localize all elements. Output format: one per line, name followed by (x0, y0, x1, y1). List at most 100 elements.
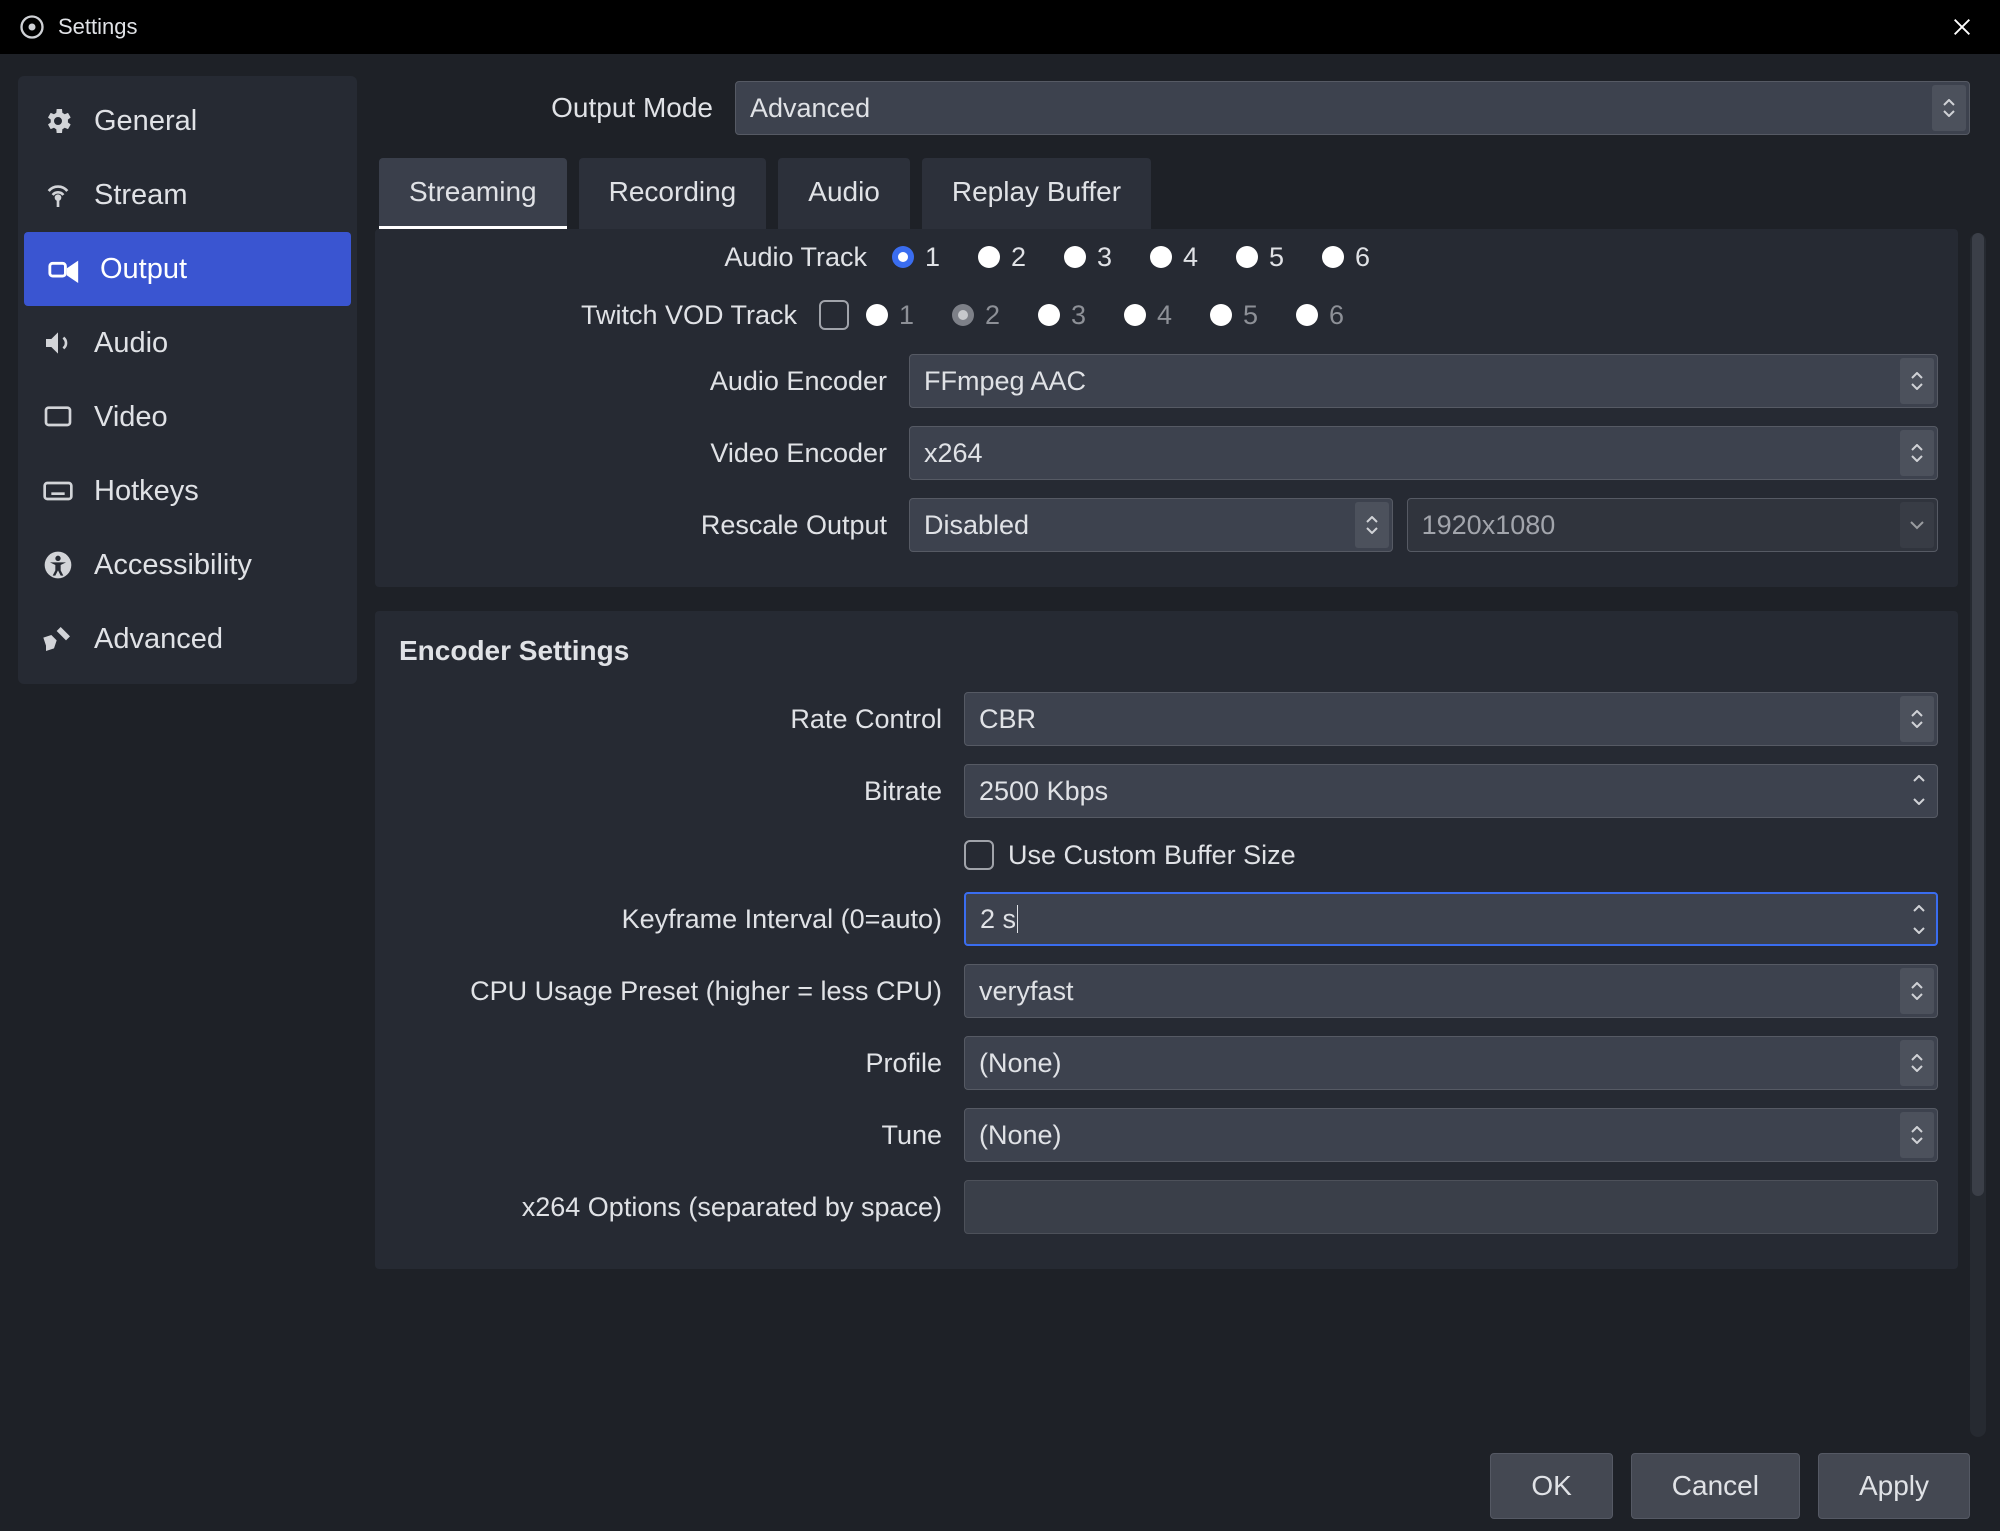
encoder-panel-title: Encoder Settings (395, 617, 1938, 683)
twitch-vod-group: 1 2 3 4 5 6 (863, 300, 1938, 331)
sidebar-list: General Stream Output Audio (18, 76, 357, 684)
audio-track-row: Audio Track 1 2 3 4 5 6 (395, 229, 1938, 285)
spinner-down[interactable] (1912, 919, 1926, 940)
bitrate-row: Bitrate 2500 Kbps (395, 755, 1938, 827)
select-value: Disabled (924, 510, 1029, 541)
sidebar-item-output[interactable]: Output (24, 232, 351, 306)
x264-opts-input[interactable] (964, 1180, 1938, 1234)
spinner-down[interactable] (1912, 790, 1926, 812)
updown-icon (1900, 1040, 1934, 1086)
sidebar-item-label: Audio (94, 327, 168, 360)
rate-control-select[interactable]: CBR (964, 692, 1938, 746)
rescale-output-label: Rescale Output (395, 510, 895, 541)
tune-label: Tune (395, 1120, 950, 1151)
cpu-preset-row: CPU Usage Preset (higher = less CPU) ver… (395, 955, 1938, 1027)
radio-audio-track-3[interactable] (1061, 243, 1089, 271)
audio-track-label: Audio Track (395, 242, 875, 273)
window-title: Settings (58, 14, 138, 40)
apply-button[interactable]: Apply (1818, 1453, 1970, 1519)
scrollbar-track[interactable] (1970, 233, 1986, 1437)
rate-control-label: Rate Control (395, 704, 950, 735)
tune-select[interactable]: (None) (964, 1108, 1938, 1162)
spinner-up[interactable] (1912, 768, 1926, 790)
select-value: veryfast (979, 976, 1074, 1007)
x264-opts-label: x264 Options (separated by space) (395, 1192, 950, 1223)
rate-control-row: Rate Control CBR (395, 683, 1938, 755)
radio-audio-track-6[interactable] (1319, 243, 1347, 271)
updown-icon (1900, 358, 1934, 404)
sidebar-item-hotkeys[interactable]: Hotkeys (18, 454, 357, 528)
radio-label: 1 (899, 300, 914, 331)
output-icon (46, 252, 82, 286)
updown-icon (1900, 1112, 1934, 1158)
spinner-up[interactable] (1912, 898, 1926, 919)
main-area: General Stream Output Audio (0, 54, 2000, 1531)
x264-opts-row: x264 Options (separated by space) (395, 1171, 1938, 1243)
output-mode-select[interactable]: Advanced (735, 81, 1970, 135)
tab-replay-buffer[interactable]: Replay Buffer (922, 158, 1151, 229)
radio-label: 6 (1329, 300, 1344, 331)
radio-label: 4 (1157, 300, 1172, 331)
video-encoder-select[interactable]: x264 (909, 426, 1938, 480)
footer: OK Cancel Apply (375, 1441, 2000, 1531)
rescale-output-select[interactable]: Disabled (909, 498, 1393, 552)
select-value: FFmpeg AAC (924, 366, 1086, 397)
custom-buffer-label: Use Custom Buffer Size (1008, 840, 1296, 871)
tab-streaming[interactable]: Streaming (379, 158, 567, 229)
window-close-button[interactable] (1932, 0, 1992, 54)
sidebar-item-video[interactable]: Video (18, 380, 357, 454)
speaker-icon (40, 327, 76, 359)
tools-icon (40, 623, 76, 655)
radio-label: 6 (1355, 242, 1370, 273)
sidebar-item-label: Hotkeys (94, 475, 199, 508)
keyframe-row: Keyframe Interval (0=auto) 2 s (395, 883, 1938, 955)
antenna-icon (40, 179, 76, 211)
radio-label: 2 (985, 300, 1000, 331)
radio-audio-track-5[interactable] (1233, 243, 1261, 271)
cpu-preset-select[interactable]: veryfast (964, 964, 1938, 1018)
sidebar-item-stream[interactable]: Stream (18, 158, 357, 232)
select-value: CBR (979, 704, 1036, 735)
radio-vod-4[interactable] (1121, 301, 1149, 329)
radio-audio-track-2[interactable] (975, 243, 1003, 271)
sidebar-item-label: Accessibility (94, 549, 252, 582)
radio-audio-track-4[interactable] (1147, 243, 1175, 271)
profile-label: Profile (395, 1048, 950, 1079)
monitor-icon (40, 401, 76, 433)
sidebar-item-label: Advanced (94, 623, 223, 656)
audio-encoder-select[interactable]: FFmpeg AAC (909, 354, 1938, 408)
sidebar-item-audio[interactable]: Audio (18, 306, 357, 380)
updown-icon (1900, 696, 1934, 742)
scroll-area: Audio Track 1 2 3 4 5 6 Twitch VOD Track (375, 229, 2000, 1441)
radio-label: 5 (1243, 300, 1258, 331)
updown-icon (1900, 968, 1934, 1014)
scrollbar-thumb[interactable] (1972, 233, 1984, 1196)
tab-recording[interactable]: Recording (579, 158, 767, 229)
rescale-resolution-select[interactable]: 1920x1080 (1407, 498, 1938, 552)
tab-bar: Streaming Recording Audio Replay Buffer (375, 158, 2000, 229)
sidebar-item-label: Video (94, 401, 168, 434)
radio-vod-2[interactable] (949, 301, 977, 329)
sidebar-item-general[interactable]: General (18, 84, 357, 158)
keyframe-input[interactable]: 2 s (964, 892, 1938, 946)
custom-buffer-checkbox[interactable] (964, 840, 994, 870)
radio-label: 1 (925, 242, 940, 273)
radio-label: 3 (1097, 242, 1112, 273)
radio-label: 4 (1183, 242, 1198, 273)
tab-audio[interactable]: Audio (778, 158, 910, 229)
radio-vod-5[interactable] (1207, 301, 1235, 329)
select-value: 1920x1080 (1422, 510, 1556, 541)
encoder-panel: Encoder Settings Rate Control CBR Bitrat… (375, 611, 1958, 1269)
profile-select[interactable]: (None) (964, 1036, 1938, 1090)
cancel-button[interactable]: Cancel (1631, 1453, 1800, 1519)
radio-audio-track-1[interactable] (889, 243, 917, 271)
radio-vod-3[interactable] (1035, 301, 1063, 329)
twitch-vod-checkbox[interactable] (819, 300, 849, 330)
sidebar-item-advanced[interactable]: Advanced (18, 602, 357, 676)
select-value: (None) (979, 1048, 1062, 1079)
radio-vod-6[interactable] (1293, 301, 1321, 329)
ok-button[interactable]: OK (1490, 1453, 1612, 1519)
bitrate-input[interactable]: 2500 Kbps (964, 764, 1938, 818)
radio-vod-1[interactable] (863, 301, 891, 329)
sidebar-item-accessibility[interactable]: Accessibility (18, 528, 357, 602)
